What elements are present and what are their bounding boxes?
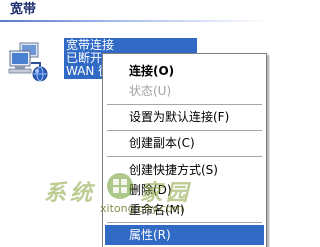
menu-separator xyxy=(107,222,262,223)
menu-item-properties[interactable]: 属性(R) xyxy=(105,225,264,245)
network-connection-icon xyxy=(8,42,48,82)
menu-separator xyxy=(107,156,262,157)
context-menu: 连接(O) 状态(U) 设置为默认连接(F) 创建副本(C) 创建快捷方式(S)… xyxy=(102,53,267,247)
group-divider xyxy=(0,20,270,22)
group-title: 宽带 xyxy=(10,2,37,17)
svg-text:统: 统 xyxy=(70,180,96,206)
menu-item-create-copy[interactable]: 创建副本(C) xyxy=(105,133,264,153)
menu-separator xyxy=(107,130,262,131)
menu-item-rename[interactable]: 重命名(M) xyxy=(105,200,264,220)
svg-text:系: 系 xyxy=(44,181,68,206)
menu-item-connect[interactable]: 连接(O) xyxy=(105,61,264,81)
menu-item-status: 状态(U) xyxy=(129,84,172,98)
menu-item-set-default[interactable]: 设置为默认连接(F) xyxy=(105,107,264,127)
group-header: 宽带 xyxy=(0,0,270,24)
menu-item-create-shortcut[interactable]: 创建快捷方式(S) xyxy=(105,160,264,180)
menu-item-delete[interactable]: 删除(D) xyxy=(105,180,264,200)
network-connections-window: 宽带 宽带连接 已断开 WAN 微型 连接(O) 状态(U) 设置为默认连接(F… xyxy=(0,0,270,247)
menu-separator xyxy=(107,104,262,105)
